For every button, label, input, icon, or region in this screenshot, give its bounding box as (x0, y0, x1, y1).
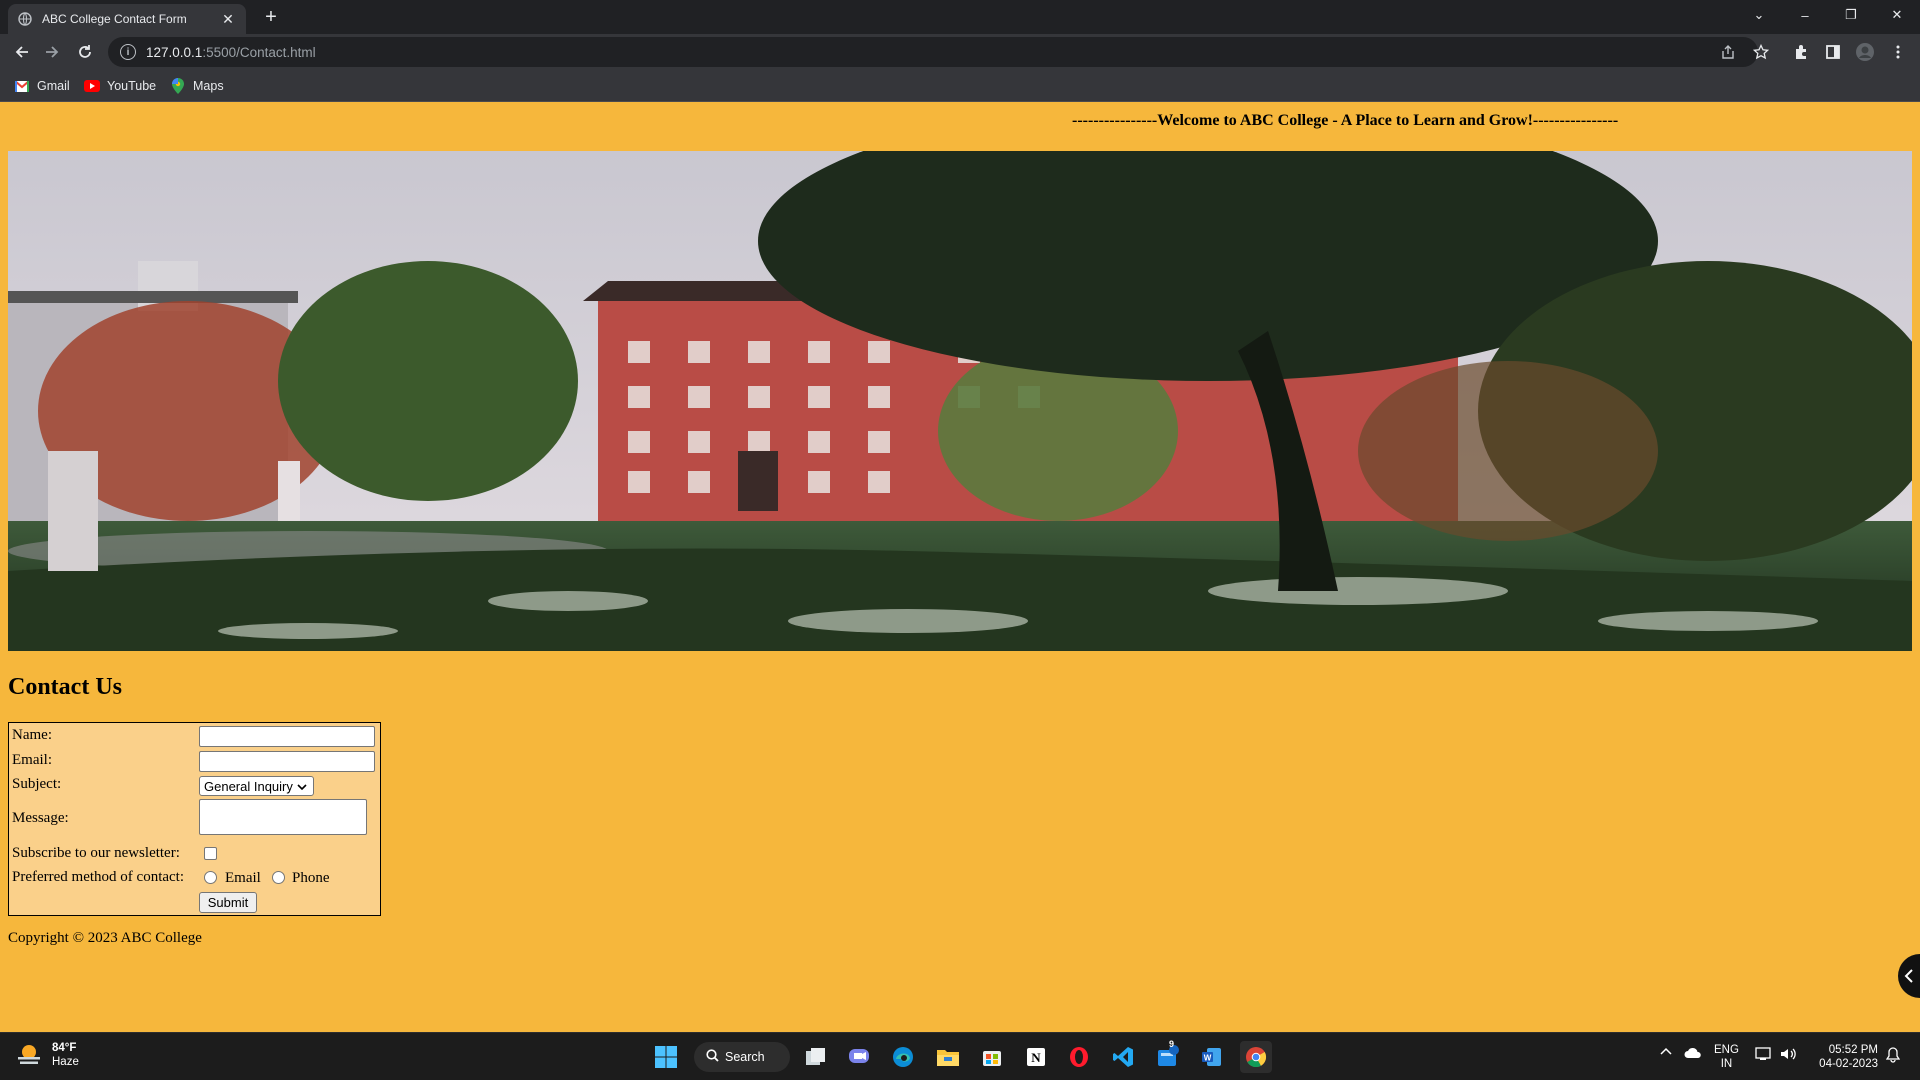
welcome-marquee: ----------------Welcome to ABC College -… (1072, 112, 1619, 129)
email-label: Email: (12, 752, 52, 768)
message-textarea[interactable] (199, 799, 367, 835)
bookmark-label: Gmail (37, 79, 70, 93)
tab-title: ABC College Contact Form (42, 12, 187, 26)
side-panel-icon[interactable] (1823, 42, 1843, 62)
region-code: IN (1720, 1058, 1733, 1070)
svg-text:W: W (1204, 1054, 1212, 1063)
browser-tab-bar: ABC College Contact Form ✕ + ⌄ – ❐ ✕ (0, 0, 1920, 34)
app-with-badge-icon[interactable]: 9 (1152, 1039, 1184, 1073)
share-icon[interactable] (1718, 42, 1738, 62)
bookmark-gmail[interactable]: Gmail (14, 76, 70, 96)
notion-app-icon[interactable]: N (1020, 1041, 1052, 1073)
system-clock[interactable]: 05:52 PM 04-02-2023 (1812, 1043, 1878, 1071)
notification-badge: 9 (1169, 1039, 1175, 1049)
message-label: Message: (12, 810, 69, 826)
weather-widget[interactable]: 84°F Haze (16, 1041, 79, 1069)
windows-taskbar: 84°F Haze Search N 9 W ENG IN 05:52 PM 0… (0, 1032, 1920, 1080)
subject-label: Subject: (12, 776, 62, 792)
new-tab-button[interactable]: + (260, 6, 282, 28)
minimize-button[interactable]: – (1782, 0, 1828, 30)
search-icon (706, 1049, 719, 1065)
file-explorer-icon[interactable] (932, 1041, 964, 1073)
close-tab-icon[interactable]: ✕ (220, 11, 236, 27)
word-icon[interactable]: W (1196, 1041, 1228, 1073)
tab-search-icon[interactable]: ⌄ (1736, 0, 1782, 30)
contact-method-label: Preferred method of contact: (12, 869, 185, 885)
bookmark-star-icon[interactable] (1751, 42, 1771, 62)
extensions-icon[interactable] (1791, 42, 1811, 62)
profile-avatar-icon[interactable] (1855, 42, 1875, 62)
chrome-icon[interactable] (1240, 1041, 1272, 1073)
globe-icon (18, 12, 32, 26)
clock-time: 05:52 PM (1828, 1044, 1878, 1056)
menu-kebab-icon[interactable] (1888, 42, 1908, 62)
floating-chevron-button[interactable] (1898, 954, 1920, 998)
windows-start-icon[interactable] (650, 1041, 682, 1073)
address-bar[interactable]: i 127.0.0.1:5500/Contact.html (108, 37, 1758, 67)
microsoft-store-icon[interactable] (976, 1041, 1008, 1073)
maps-icon (170, 78, 186, 94)
vscode-icon[interactable] (1107, 1041, 1139, 1073)
svg-text:N: N (1031, 1050, 1041, 1065)
browser-tab[interactable]: ABC College Contact Form ✕ (8, 4, 246, 34)
submit-button[interactable]: Submit (199, 892, 257, 913)
bookmark-label: YouTube (107, 79, 157, 93)
language-code: ENG (1714, 1044, 1739, 1056)
subject-selected-value: General Inquiry (204, 778, 293, 794)
name-label: Name: (12, 727, 52, 743)
opera-browser-icon[interactable] (1063, 1041, 1095, 1073)
email-radio[interactable] (204, 871, 217, 884)
bookmarks-bar: Gmail YouTube Maps (0, 70, 1920, 102)
teams-chat-icon[interactable] (843, 1041, 875, 1073)
gmail-icon (14, 79, 30, 93)
phone-radio[interactable] (272, 871, 285, 884)
restore-button[interactable]: ❐ (1828, 0, 1874, 30)
name-input[interactable] (199, 726, 375, 747)
email-input[interactable] (199, 751, 375, 772)
url-host: 127.0.0.1 (146, 44, 203, 60)
network-icon[interactable] (1755, 1047, 1773, 1065)
clock-date: 04-02-2023 (1819, 1058, 1878, 1070)
newsletter-checkbox[interactable] (204, 847, 217, 860)
edge-browser-icon[interactable] (887, 1041, 919, 1073)
temperature: 84°F (52, 1042, 77, 1054)
copyright-text: Copyright © 2023 ABC College (8, 930, 202, 946)
window-close-button[interactable]: ✕ (1874, 0, 1920, 30)
contact-form: Name: Email: Subject: General Inquiry Me… (8, 722, 381, 916)
chevron-down-icon (297, 779, 307, 794)
search-label: Search (725, 1050, 765, 1064)
back-icon[interactable] (8, 38, 36, 66)
youtube-icon (84, 79, 100, 93)
bookmark-youtube[interactable]: YouTube (84, 76, 156, 96)
weather-condition: Haze (52, 1056, 79, 1068)
url-path: :5500/Contact.html (202, 44, 316, 60)
notification-bell-icon[interactable] (1885, 1047, 1901, 1067)
taskbar-search[interactable]: Search (694, 1042, 790, 1072)
web-page: ----------------Welcome to ABC College -… (0, 102, 1920, 1032)
campus-hero-image (8, 151, 1912, 651)
task-view-icon[interactable] (800, 1041, 832, 1073)
reload-icon[interactable] (71, 38, 99, 66)
onedrive-cloud-icon[interactable] (1684, 1047, 1702, 1063)
bookmark-maps[interactable]: Maps (170, 76, 224, 96)
email-radio-label: Email (225, 870, 261, 886)
site-info-icon[interactable]: i (120, 44, 136, 60)
language-indicator[interactable]: ENG IN (1714, 1043, 1739, 1071)
forward-icon[interactable] (38, 38, 66, 66)
volume-icon[interactable] (1780, 1047, 1798, 1065)
bookmark-label: Maps (193, 79, 224, 93)
browser-toolbar: i 127.0.0.1:5500/Contact.html (0, 34, 1920, 70)
tray-overflow-chevron-icon[interactable] (1660, 1047, 1672, 1061)
newsletter-label: Subscribe to our newsletter: (12, 845, 180, 861)
phone-radio-label: Phone (292, 870, 330, 886)
haze-sun-icon (16, 1042, 42, 1068)
contact-us-heading: Contact Us (8, 674, 122, 700)
subject-select[interactable]: General Inquiry (199, 776, 314, 796)
